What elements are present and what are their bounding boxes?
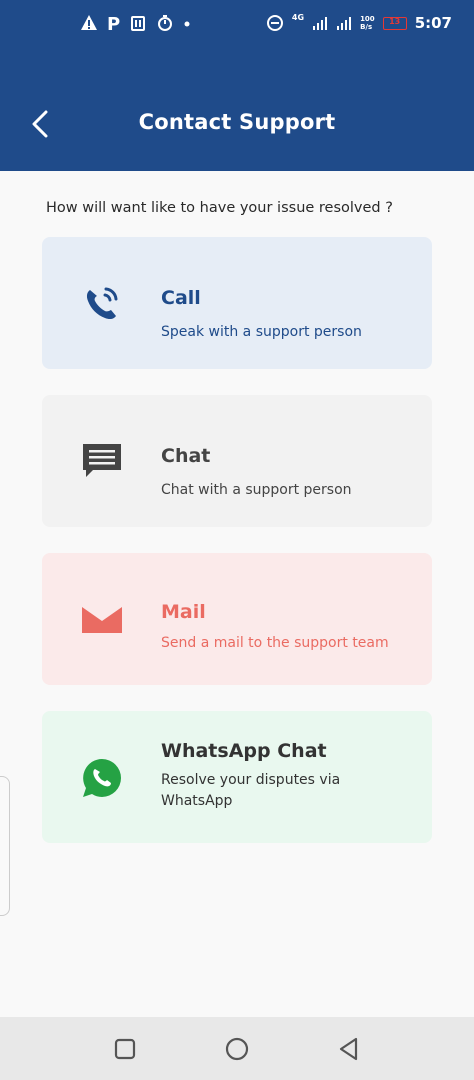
recent-apps-icon[interactable] [110, 1034, 140, 1064]
mail-option-card[interactable]: Mail Send a mail to the support team [42, 553, 432, 685]
status-bar-left: P [80, 14, 192, 32]
system-nav-bar [0, 1017, 474, 1080]
call-title: Call [161, 287, 201, 309]
timer-icon [158, 15, 172, 31]
battery-level: 13 [389, 16, 401, 26]
chat-subtitle: Chat with a support person [161, 482, 352, 498]
whatsapp-icon [83, 759, 121, 797]
net-speed-unit: B/s [360, 23, 373, 31]
chat-option-card[interactable]: Chat Chat with a support person [42, 395, 432, 527]
status-bar: P 4G 100 B/s 13 5:07 [0, 0, 474, 52]
parking-icon: P [107, 14, 120, 32]
battery-icon: 13 [382, 16, 407, 30]
mail-subtitle: Send a mail to the support team [161, 635, 389, 651]
mail-icon [82, 607, 122, 633]
status-bar-right: 4G 100 B/s 13 5:07 [266, 12, 452, 32]
status-time: 5:07 [414, 14, 452, 32]
dnd-icon [266, 15, 283, 31]
call-subtitle: Speak with a support person [161, 324, 362, 340]
signal-icon [337, 17, 352, 30]
call-option-card[interactable]: Call Speak with a support person [42, 237, 432, 369]
whatsapp-subtitle: Resolve your disputes via WhatsApp [161, 772, 341, 809]
net-speed-value: 100 [360, 15, 375, 23]
back-icon[interactable] [334, 1034, 364, 1064]
side-drawer-handle[interactable] [0, 776, 10, 916]
svg-text:P: P [107, 14, 120, 32]
question-text: How will want like to have your issue re… [46, 200, 393, 216]
network-label: 4G [291, 12, 305, 22]
phone-icon [86, 287, 118, 320]
chat-title: Chat [161, 445, 211, 467]
ticket-icon [131, 16, 145, 31]
dot-icon [184, 21, 190, 27]
chat-icon [83, 444, 121, 477]
home-icon[interactable] [222, 1034, 252, 1064]
mail-title: Mail [161, 601, 206, 623]
app-bar: Contact Support [0, 52, 474, 171]
net-speed: 100 B/s [360, 15, 375, 31]
signal-icon [313, 17, 328, 30]
whatsapp-option-card[interactable]: WhatsApp Chat Resolve your disputes via … [42, 711, 432, 843]
warning-icon [81, 15, 97, 30]
page-title: Contact Support [138, 110, 336, 134]
whatsapp-title: WhatsApp Chat [161, 740, 327, 762]
